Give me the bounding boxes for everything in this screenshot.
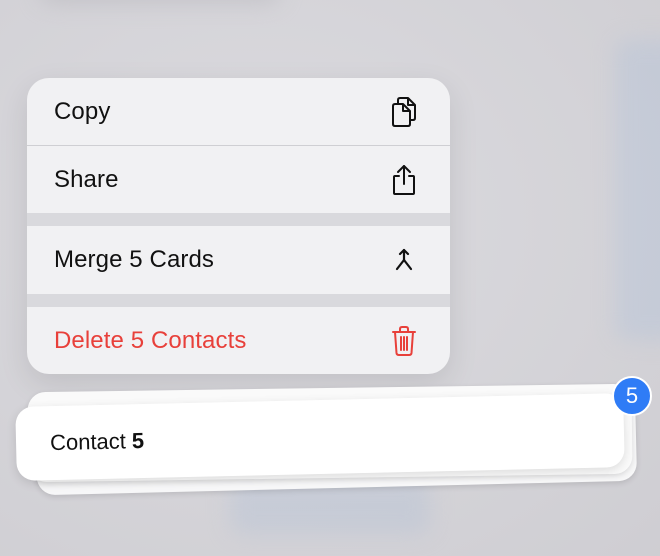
menu-item-copy[interactable]: Copy	[27, 78, 450, 145]
share-icon	[388, 164, 420, 196]
background-blur-right	[615, 40, 660, 340]
trash-icon	[388, 325, 420, 357]
menu-item-share[interactable]: Share	[27, 146, 450, 213]
menu-item-merge-label: Merge 5 Cards	[54, 245, 215, 273]
menu-item-delete-label: Delete 5 Contacts	[54, 326, 247, 354]
selection-count-badge: 5	[612, 376, 652, 416]
background-blur-top	[40, 0, 280, 4]
copy-icon	[388, 96, 420, 128]
menu-item-share-label: Share	[54, 165, 119, 193]
menu-item-copy-label: Copy	[54, 97, 111, 125]
menu-section-separator	[27, 213, 450, 226]
context-menu: Copy Share Merge 5 Cards Delete 5 Contac…	[27, 78, 450, 374]
contact-card[interactable]: Contact 5	[15, 393, 625, 481]
menu-item-delete[interactable]: Delete 5 Contacts	[27, 307, 450, 374]
menu-item-merge[interactable]: Merge 5 Cards	[27, 226, 450, 293]
menu-section-separator	[27, 294, 450, 307]
merge-icon	[388, 244, 420, 276]
contact-number: 5	[131, 427, 145, 454]
background-blur-bottom	[230, 478, 430, 534]
contact-label: Contact	[49, 428, 127, 456]
